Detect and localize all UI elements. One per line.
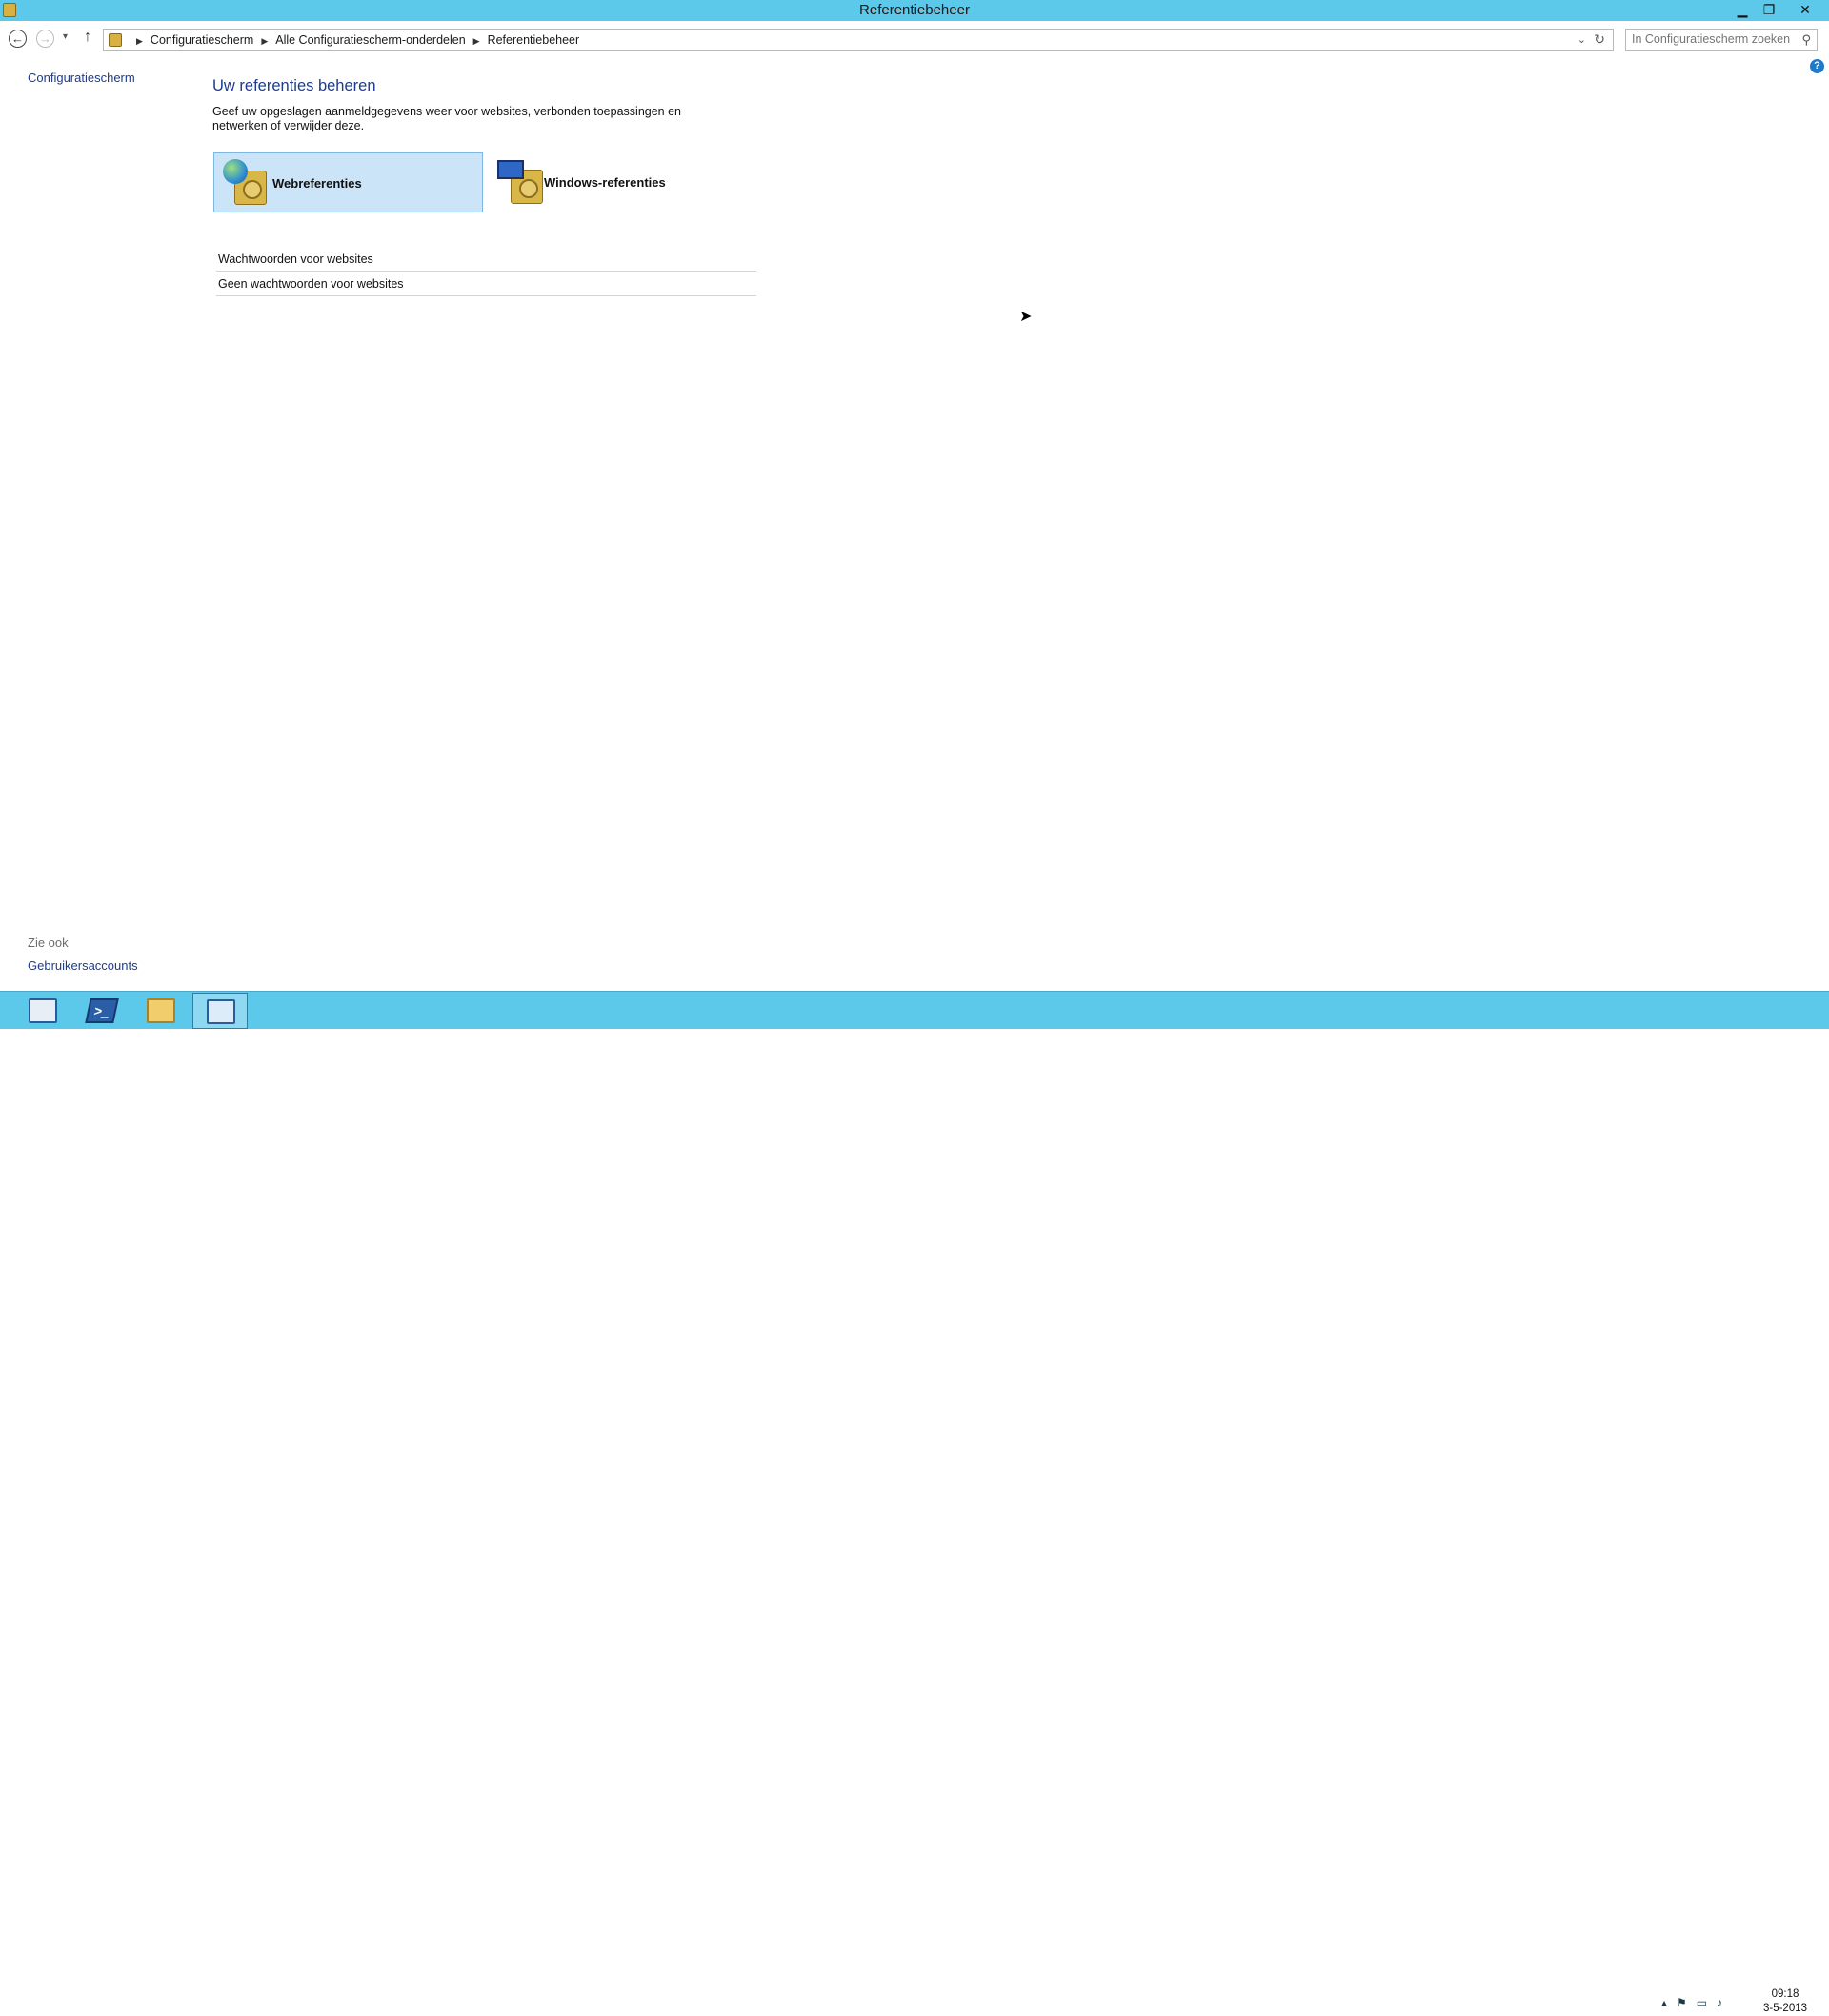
breadcrumb-separator-icon[interactable]: ▶ <box>136 36 143 47</box>
page-title: Uw referenties beheren <box>212 77 376 94</box>
windows-credentials-tile[interactable]: Windows-referenties <box>490 152 718 212</box>
taskbar: >_ The Collection Book ▴⚑▭♪ 09:18 3-5-20… <box>0 991 1829 2014</box>
credential-sections: Wachtwoorden voor websites Geen wachtwoo… <box>216 247 756 296</box>
web-credentials-label: Webreferenties <box>272 176 362 191</box>
control-panel-icon <box>109 33 122 47</box>
breadcrumb-item-control-panel[interactable]: Configuratiescherm <box>151 33 253 47</box>
address-history-dropdown[interactable]: ⌄ <box>1578 33 1586 46</box>
help-icon[interactable]: ? <box>1810 59 1824 73</box>
restore-button[interactable]: ❐ <box>1757 0 1781 19</box>
close-button[interactable]: ✕ <box>1791 0 1819 19</box>
title-bar: Referentiebeheer ▁ ❐ ✕ <box>0 0 1829 21</box>
globe-icon <box>223 159 248 184</box>
recent-locations-dropdown[interactable]: ▾ <box>63 31 68 42</box>
breadcrumb: ▶ Configuratiescherm ▶ Alle Configuratiesch… <box>129 33 579 47</box>
control-panel-button[interactable] <box>192 993 248 1029</box>
clock-date: 3-5-2013 <box>1762 2003 1808 2014</box>
user-accounts-link[interactable]: Gebruikersaccounts <box>28 958 138 973</box>
powershell-button[interactable]: >_ <box>74 993 130 1029</box>
refresh-icon[interactable]: ↻ <box>1594 31 1605 48</box>
monitor-icon <box>497 160 524 179</box>
navigation-bar: ← → ▾ ↑ ▶ Configuratiescherm ▶ Alle Configu… <box>0 21 1829 55</box>
file-explorer-icon <box>147 998 175 1023</box>
system-tray[interactable]: ▴⚑▭♪ <box>1661 1996 1732 2009</box>
file-explorer-button[interactable] <box>133 993 189 1029</box>
mouse-cursor-icon: ➤ <box>1019 309 1033 325</box>
section-website-passwords[interactable]: Wachtwoorden voor websites <box>216 247 756 272</box>
clock[interactable]: 09:18 3-5-2013 <box>1757 1987 1814 2016</box>
web-credentials-tile[interactable]: Webreferenties <box>213 152 483 212</box>
server-manager-icon <box>29 998 57 1023</box>
search-input[interactable] <box>1632 32 1794 46</box>
control-panel-home-link[interactable]: Configuratiescherm <box>28 71 135 85</box>
breadcrumb-item-credential-manager[interactable]: Referentiebeheer <box>488 33 580 47</box>
page-description: Geef uw opgeslagen aanmeldgegevens weer … <box>212 105 681 132</box>
breadcrumb-item-all-items[interactable]: Alle Configuratiescherm-onderdelen <box>275 33 465 47</box>
minimize-button[interactable]: ▁ <box>1730 0 1755 19</box>
search-box[interactable]: ⚲ <box>1625 29 1818 51</box>
server-manager-button[interactable] <box>15 993 70 1029</box>
search-icon[interactable]: ⚲ <box>1801 32 1811 48</box>
forward-button[interactable]: → <box>36 30 54 48</box>
up-button[interactable]: ↑ <box>84 29 91 46</box>
powershell-icon: >_ <box>85 998 119 1023</box>
clock-time: 09:18 <box>1771 1988 1799 2000</box>
control-panel-icon <box>207 999 235 1024</box>
back-button[interactable]: ← <box>9 30 27 48</box>
windows-credentials-label: Windows-referenties <box>544 175 666 190</box>
breadcrumb-separator-icon[interactable]: ▶ <box>473 36 480 47</box>
see-also-heading: Zie ook <box>28 936 69 950</box>
address-bar[interactable]: ▶ Configuratiescherm ▶ Alle Configuratiesch… <box>103 29 1614 51</box>
window-title: Referentiebeheer <box>859 2 970 18</box>
section-never-saved-passwords[interactable]: Geen wachtwoorden voor websites <box>216 272 756 296</box>
breadcrumb-separator-icon[interactable]: ▶ <box>261 36 268 47</box>
